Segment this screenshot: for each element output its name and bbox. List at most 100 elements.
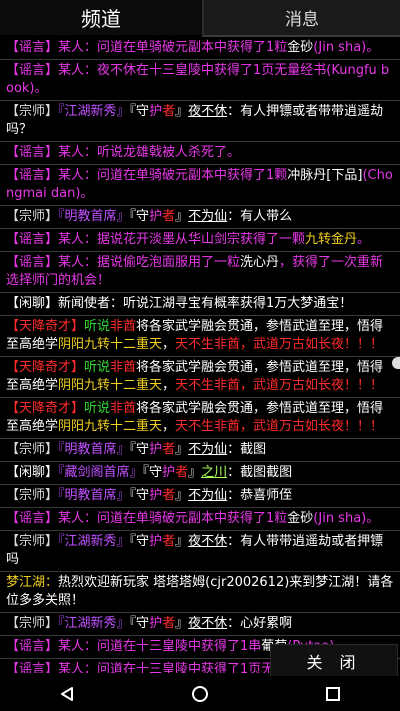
message-segment: 天不生非酋，武道万古如长夜！！！ — [175, 419, 384, 434]
chat-message: 【宗师】『江湖新秀』『守护者』夜不休：心好累啊 — [0, 613, 400, 636]
chat-message: 【宗师】『明教首席』『守护者』不为仙：恭喜师侄 — [0, 485, 400, 508]
message-segment: 者 — [175, 465, 189, 480]
message-segment: 』 — [175, 442, 189, 457]
message-segment: 非酋 — [110, 319, 137, 334]
message-segment: 守 — [136, 104, 150, 119]
message-segment: 者 — [162, 616, 176, 631]
player-name-link[interactable]: 不为仙 — [188, 442, 227, 457]
chat-message: 【谣言】某人：问道在单骑破元副本中获得了1颗冲脉丹[下品](Chongmai d… — [0, 165, 400, 206]
message-segment: ， — [162, 337, 176, 352]
message-segment: 金砂 — [287, 40, 314, 55]
message-segment: 』 — [175, 534, 189, 549]
chat-message: 【闲聊】新闻使者：听说江湖寻宝有概率获得1万大梦通宝！ — [0, 293, 400, 316]
message-segment: 阴阳九转十二重天 — [58, 378, 163, 393]
tab-channel[interactable]: 频道 — [0, 0, 202, 37]
message-segment: 。 — [357, 232, 371, 247]
message-segment: 护 — [149, 488, 163, 503]
message-segment: (Jin sha)。 — [313, 40, 380, 55]
back-triangle-icon[interactable] — [47, 679, 87, 709]
message-segment: 『明教首席』 — [58, 442, 130, 457]
chat-message: 【谣言】某人：问道在单骑破元副本中获得了1粒金砂(Jin sha)。 — [0, 508, 400, 531]
player-name-link[interactable]: 夜不休 — [188, 534, 227, 549]
message-segment: 【谣言】某人：问道在单骑破元副本中获得了1粒 — [6, 511, 288, 526]
message-segment: 【天降奇才】 — [6, 401, 85, 416]
message-segment: ：截图截图 — [227, 465, 293, 480]
message-segment: 『藏剑阁首席』 — [58, 465, 143, 480]
message-segment: 守 — [136, 442, 150, 457]
message-segment: 【宗师】 — [6, 488, 59, 503]
scroll-handle[interactable] — [392, 357, 400, 369]
message-segment: 』 — [175, 488, 189, 503]
message-segment: 『江湖新秀』 — [58, 616, 130, 631]
message-segment: ：心好累啊 — [227, 616, 293, 631]
chat-message: 【谣言】某人：夜不休在十三皇陵中获得了1页无量经书(Kungfu book)。 — [0, 60, 400, 101]
message-segment: (Jin sha)。 — [313, 511, 380, 526]
message-segment: 【宗师】 — [6, 534, 59, 549]
home-circle-icon[interactable] — [180, 679, 220, 709]
message-segment: 『江湖新秀』 — [58, 534, 130, 549]
message-segment: 天不生非酋，武道万古如长夜！！！ — [175, 378, 384, 393]
channel-tabs: 频道 消息 — [0, 0, 400, 37]
message-segment: 』 — [175, 616, 189, 631]
message-segment: 者 — [162, 104, 176, 119]
message-segment: 』 — [175, 209, 189, 224]
message-segment: 护 — [149, 616, 163, 631]
message-segment: 守 — [136, 209, 150, 224]
chat-log[interactable]: 【谣言】某人：问道在单骑破元副本中获得了1粒金砂(Jin sha)。 【谣言】某人… — [0, 37, 400, 673]
message-segment: 守 — [149, 465, 163, 480]
message-segment: 阴阳九转十二重天 — [58, 419, 163, 434]
chat-message: 【谣言】某人：据说偷吃泡面服用了一粒洗心丹，获得了一次重新选择师门的机会！ — [0, 252, 400, 293]
chat-message: 【天降奇才】听说非酋将各家武学融会贯通，参悟武道至理，悟得至高绝学阴阳九转十二重… — [0, 398, 400, 439]
player-name-link[interactable]: 之川 — [201, 465, 227, 480]
message-segment: 【谣言】某人：问道在十三皇陵中获得了1串 — [6, 639, 262, 654]
message-segment: 【谣言】某人：问道在单骑破元副本中获得了1粒 — [6, 40, 288, 55]
message-segment: 『江湖新秀』 — [58, 104, 130, 119]
message-segment: ：截图 — [227, 442, 267, 457]
message-segment: 『明教首席』 — [58, 488, 130, 503]
message-segment: 阴阳九转十二重天 — [58, 337, 163, 352]
close-button[interactable]: 关 闭 — [270, 644, 398, 678]
recent-square-icon[interactable] — [313, 679, 353, 709]
message-segment: 』 — [175, 104, 189, 119]
message-segment: 『明教首席』 — [58, 209, 130, 224]
message-segment: 护 — [149, 534, 163, 549]
message-segment: 【谣言】某人：据说花开淡墨从华山剑宗获得了一颗 — [6, 232, 306, 247]
message-segment: 守 — [136, 488, 150, 503]
message-segment: 【宗师】 — [6, 209, 59, 224]
message-segment: 护 — [162, 465, 176, 480]
message-segment: 者 — [162, 209, 176, 224]
player-name-link[interactable]: 不为仙 — [188, 488, 227, 503]
message-segment: 九转金丹 — [305, 232, 358, 247]
message-segment: 冲脉丹[下品] — [287, 168, 363, 183]
message-segment: 护 — [149, 209, 163, 224]
message-segment: ：有人带么 — [227, 209, 293, 224]
message-segment: 【谣言】某人：据说偷吃泡面服用了一粒 — [6, 255, 241, 270]
message-segment: 守 — [136, 534, 150, 549]
chat-message: 【闲聊】『藏剑阁首席』『守护者』之川：截图截图 — [0, 462, 400, 485]
chat-message: 【宗师】『明教首席』『守护者』不为仙：截图 — [0, 439, 400, 462]
player-name-link[interactable]: 不为仙 — [188, 209, 227, 224]
message-segment: 』 — [188, 465, 202, 480]
chat-message: 【天降奇才】听说非酋将各家武学融会贯通，参悟武道至理，悟得至高绝学阴阳九转十二重… — [0, 316, 400, 357]
message-segment: ：恭喜师侄 — [227, 488, 293, 503]
message-segment: 【谣言】某人：夜不休在十三皇陵中获得了1页无量经书(Kungfu book)。 — [6, 63, 390, 96]
chat-message: 【谣言】某人：听说龙雄戟被人杀死了。 — [0, 142, 400, 165]
message-segment: 护 — [149, 442, 163, 457]
message-segment: 梦江湖： — [6, 575, 59, 590]
message-segment: 【闲聊】 — [6, 465, 59, 480]
chat-message: 【谣言】某人：据说花开淡墨从华山剑宗获得了一颗九转金丹。 — [0, 229, 400, 252]
player-name-link[interactable]: 夜不休 — [188, 104, 227, 119]
message-segment: 【天降奇才】 — [6, 319, 85, 334]
message-segment: 热烈欢迎新玩家 塔塔塔姆(cjr2002612)来到梦江湖！请各位多多关照！ — [6, 575, 394, 608]
message-segment: 护 — [149, 104, 163, 119]
message-segment: 【闲聊】新闻使者：听说江湖寻宝有概率获得1万大梦通宝！ — [6, 296, 353, 311]
chat-message: 【宗师】『江湖新秀』『守护者』夜不休：有人带带逍遥劫或者押镖吗 — [0, 531, 400, 572]
message-segment: 者 — [162, 442, 176, 457]
message-segment: 非酋 — [110, 360, 137, 375]
message-segment: 【宗师】 — [6, 616, 59, 631]
message-segment: 洗心丹 — [240, 255, 280, 270]
tab-messages[interactable]: 消息 — [202, 0, 400, 37]
player-name-link[interactable]: 夜不休 — [188, 616, 227, 631]
chat-message: 【天降奇才】听说非酋将各家武学融会贯通，参悟武道至理，悟得至高绝学阴阳九转十二重… — [0, 357, 400, 398]
message-segment: 听说 — [84, 319, 111, 334]
